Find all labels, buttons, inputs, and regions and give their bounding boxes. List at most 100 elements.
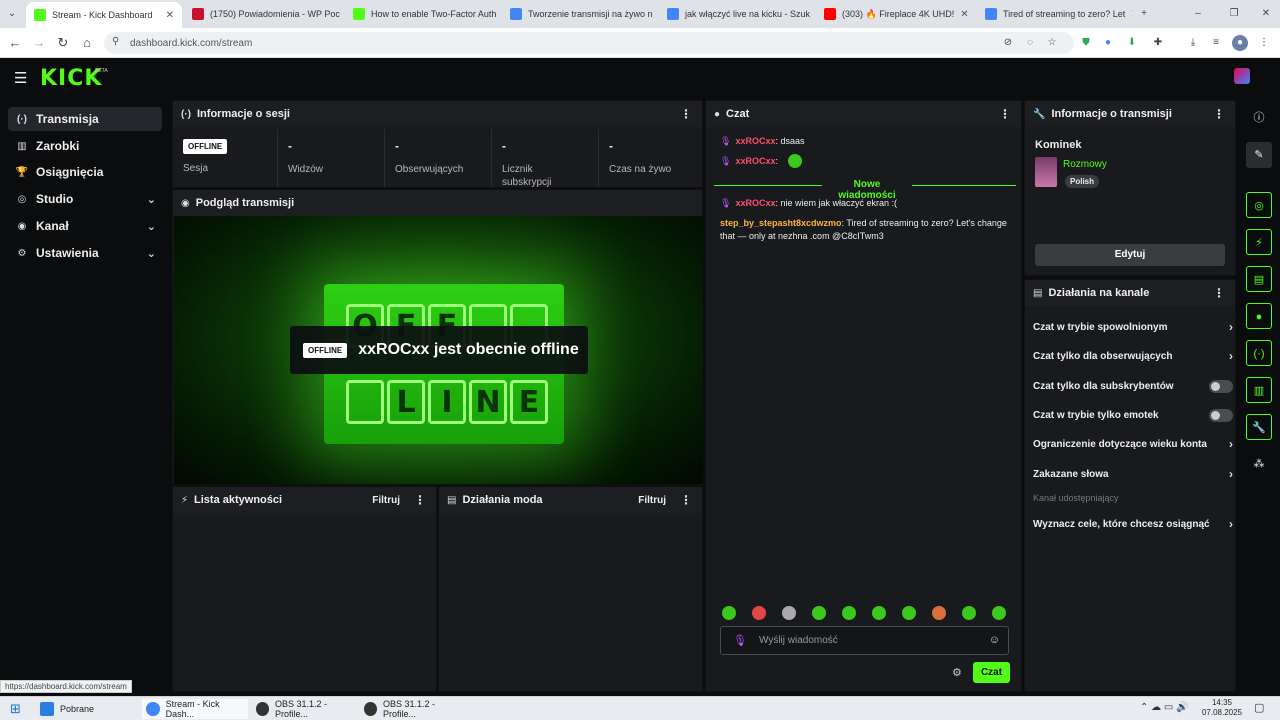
camera-icon[interactable]: ◎ — [1246, 192, 1272, 218]
chat-bubble-icon[interactable]: ● — [1246, 303, 1272, 329]
chat-username[interactable]: xxROCxx — [735, 136, 775, 146]
category-thumbnail[interactable] — [1035, 157, 1057, 187]
site-info-icon[interactable]: ⚲ — [112, 36, 119, 47]
taskbar-item-downloads[interactable]: Pobrane — [36, 699, 136, 719]
back-icon[interactable]: ← — [6, 34, 24, 52]
chat-settings-gear-icon[interactable]: ⚙ — [952, 666, 962, 679]
user-avatar-icon[interactable] — [1234, 68, 1250, 84]
sidebar-item-kanal[interactable]: ◉ Kanał ⌄ — [8, 214, 162, 238]
clipboard-icon[interactable]: ▥ — [1246, 377, 1272, 403]
browser-tab-search[interactable]: jak włączyć live na kicku - Szuk ✕ — [659, 4, 815, 24]
stream-preview-video[interactable]: O F F L I N E OFFLINE xxROCxx jest obecn… — [174, 216, 703, 484]
reload-icon[interactable]: ↻ — [54, 34, 72, 52]
emote-icon[interactable] — [842, 606, 856, 620]
more-options-icon[interactable]: ⋮ — [1213, 107, 1225, 121]
taskbar-item-chrome[interactable]: Stream - Kick Dash... — [142, 699, 248, 719]
more-options-icon[interactable]: ⋮ — [680, 107, 692, 121]
chat-username[interactable]: xxROCxx — [735, 156, 775, 166]
edit-stream-button[interactable]: Edytuj — [1035, 244, 1225, 266]
browser-tab-tworzenie[interactable]: Tworzenie transmisji na żywo n ✕ — [502, 4, 658, 24]
action-followers-only[interactable]: Czat tylko dla obserwujących › — [1033, 346, 1233, 366]
reading-list-icon[interactable]: ≡ — [1208, 35, 1224, 51]
more-options-icon[interactable]: ⋮ — [414, 493, 426, 507]
eye-off-icon[interactable]: ◌ — [1022, 35, 1038, 51]
action-banned-words[interactable]: Zakazane słowa › — [1033, 464, 1233, 484]
taskbar-item-obs-2[interactable]: OBS 31.1.2 - Profile... — [360, 699, 464, 719]
home-icon[interactable]: ⌂ — [78, 34, 96, 52]
browser-tab-youtube[interactable]: (303) 🔥 Fireplace 4K UHD! ✕ — [816, 4, 976, 24]
download-extension-icon[interactable]: ⬇ — [1124, 35, 1140, 51]
new-tab-icon[interactable]: + — [1136, 6, 1152, 22]
browser-tab-kick-dashboard[interactable]: Stream - Kick Dashboard ✕ — [26, 2, 182, 28]
taskbar-item-obs-1[interactable]: OBS 31.1.2 - Profile... — [252, 699, 356, 719]
close-tab-icon[interactable]: ✕ — [496, 9, 501, 20]
emote-icon[interactable] — [962, 606, 976, 620]
emote-icon[interactable] — [932, 606, 946, 620]
broadcast-icon[interactable]: (·) — [1246, 340, 1272, 366]
lightning-icon[interactable]: ⚡ — [1246, 229, 1272, 255]
sidebar-item-zarobki[interactable]: ▥ Zarobki — [8, 134, 162, 158]
action-account-age[interactable]: Ograniczenie dotyczące wieku konta › — [1033, 434, 1233, 454]
emote-icon[interactable] — [902, 606, 916, 620]
action-set-goals[interactable]: Wyznacz cele, które chcesz osiągnąć › — [1033, 514, 1233, 534]
password-icon[interactable]: ⊘ — [1000, 35, 1016, 51]
emote-icon[interactable] — [872, 606, 886, 620]
emote-icon[interactable] — [782, 606, 796, 620]
edit-pencil-icon[interactable]: ✎ — [1246, 142, 1272, 168]
emote-icon[interactable] — [812, 606, 826, 620]
shield-extension-icon[interactable]: ⛊ — [1078, 35, 1094, 51]
add-widget-icon[interactable]: ⁂ — [1246, 451, 1272, 477]
sidebar-item-osiagniecia[interactable]: 🏆 Osiągnięcia — [8, 160, 162, 184]
downloads-icon[interactable]: ⤓ — [1185, 35, 1201, 51]
extension-icon[interactable]: ● — [1100, 35, 1116, 51]
browser-tab-wp[interactable]: (1750) Powiadomienia - WP Poc ✕ — [184, 4, 344, 24]
chat-username[interactable]: xxROCxx — [735, 198, 775, 208]
close-tab-icon[interactable]: ✕ — [954, 9, 968, 20]
maximize-icon[interactable]: ❐ — [1226, 6, 1242, 22]
close-tab-icon[interactable]: ✕ — [160, 10, 174, 21]
windows-start-icon[interactable]: ⊞ — [10, 701, 21, 717]
subscribers-only-toggle[interactable] — [1209, 379, 1233, 393]
profile-avatar-icon[interactable]: ● — [1232, 35, 1248, 51]
url-input[interactable]: ⚲ dashboard.kick.com/stream — [104, 32, 1074, 54]
browser-tab-tired[interactable]: Tired of streaming to zero? Let ✕ — [977, 4, 1133, 24]
more-options-icon[interactable]: ⋮ — [999, 107, 1011, 121]
stream-category-link[interactable]: Rozmowy — [1063, 159, 1107, 170]
emote-icon[interactable] — [722, 606, 736, 620]
filter-button[interactable]: Filtruj — [372, 495, 400, 506]
hamburger-menu-icon[interactable]: ☰ — [14, 69, 27, 87]
close-tab-icon[interactable]: ✕ — [653, 9, 658, 20]
sidebar-item-transmisja[interactable]: (·) Transmisja — [8, 107, 162, 131]
bookmark-star-icon[interactable]: ☆ — [1044, 35, 1060, 51]
notifications-icon[interactable]: ▢ — [1254, 701, 1264, 714]
forward-icon[interactable]: → — [30, 34, 48, 52]
puzzle-icon[interactable]: ✚ — [1150, 35, 1166, 51]
info-icon[interactable]: ⓘ — [1246, 105, 1272, 131]
kick-logo[interactable]: KICK — [40, 66, 102, 91]
document-icon[interactable]: ▤ — [1246, 266, 1272, 292]
more-options-icon[interactable]: ⋮ — [680, 493, 692, 507]
chat-username[interactable]: step_by_stepasht8xcdwzmo — [720, 218, 842, 228]
chat-message-input[interactable]: 🎙 Wyślij wiadomość ☺ — [720, 626, 1009, 655]
minimize-icon[interactable]: – — [1190, 6, 1206, 22]
clock[interactable]: 14:35 07.08.2025 — [1200, 698, 1244, 718]
more-options-icon[interactable]: ⋮ — [1213, 286, 1225, 300]
tab-search-icon[interactable]: ⌄ — [4, 6, 20, 22]
system-tray-icons[interactable]: ⌃ ☁ ▭ 🔊 — [1140, 702, 1189, 713]
filter-button[interactable]: Filtruj — [638, 495, 666, 506]
emote-icon[interactable] — [992, 606, 1006, 620]
close-tab-icon[interactable]: ✕ — [810, 9, 815, 20]
browser-menu-icon[interactable]: ⋮ — [1256, 35, 1272, 51]
emote-icon[interactable] — [752, 606, 766, 620]
close-window-icon[interactable]: ✕ — [1258, 6, 1274, 22]
close-tab-icon[interactable]: ✕ — [340, 9, 344, 20]
emoji-picker-icon[interactable]: ☺ — [989, 634, 1000, 646]
emote-only-toggle[interactable] — [1209, 408, 1233, 422]
wrench-icon[interactable]: 🔧 — [1246, 414, 1272, 440]
close-tab-icon[interactable]: ✕ — [1125, 9, 1133, 20]
browser-tab-2fa[interactable]: How to enable Two-Factor Auth ✕ — [345, 4, 501, 24]
sidebar-item-studio[interactable]: ◎ Studio ⌄ — [8, 187, 162, 211]
sidebar-item-ustawienia[interactable]: ⚙ Ustawienia ⌄ — [8, 241, 162, 265]
chat-send-button[interactable]: Czat — [973, 662, 1010, 683]
action-slow-mode[interactable]: Czat w trybie spowolnionym › — [1033, 317, 1233, 337]
